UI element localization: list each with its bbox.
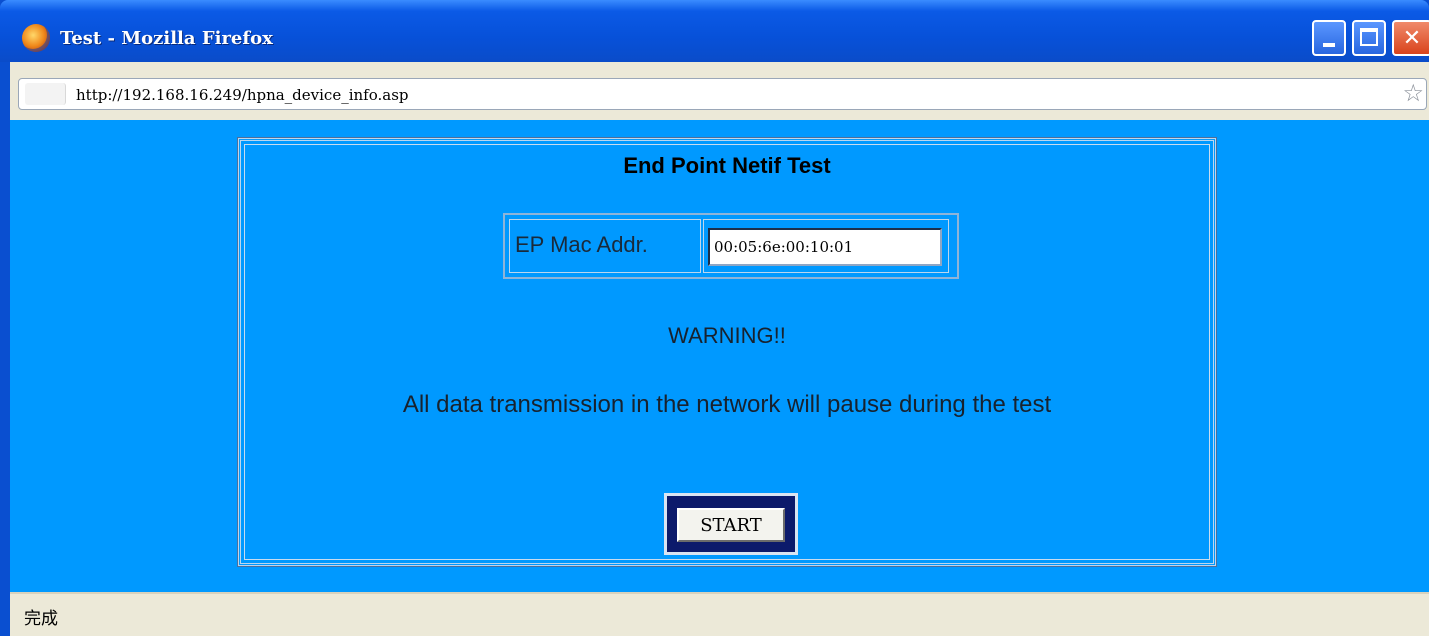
- minimize-button[interactable]: [1312, 20, 1346, 56]
- url-field[interactable]: http://192.168.16.249/hpna_device_info.a…: [18, 78, 1427, 110]
- maximize-button[interactable]: [1352, 20, 1386, 56]
- status-text: 完成: [24, 609, 58, 628]
- maximize-icon: [1360, 28, 1378, 46]
- title-bar[interactable]: Test - Mozilla Firefox ✕: [0, 0, 1429, 62]
- firefox-icon: [22, 24, 50, 52]
- mac-address-input[interactable]: [708, 228, 942, 266]
- start-button[interactable]: START: [677, 508, 785, 542]
- address-bar: http://192.168.16.249/hpna_device_info.a…: [10, 62, 1429, 120]
- mac-input-cell: [703, 219, 949, 273]
- page-title: End Point Netif Test: [623, 153, 831, 178]
- site-identity-icon[interactable]: [25, 83, 66, 105]
- minimize-icon: [1323, 43, 1335, 47]
- status-bar: 完成: [10, 592, 1429, 636]
- url-text[interactable]: http://192.168.16.249/hpna_device_info.a…: [76, 86, 409, 104]
- start-button-frame: START: [664, 493, 798, 555]
- window-title: Test - Mozilla Firefox: [60, 28, 273, 49]
- star-icon[interactable]: ☆: [1402, 81, 1424, 107]
- mac-address-table: EP Mac Addr.: [503, 213, 959, 279]
- warning-heading: WARNING!!: [668, 323, 786, 348]
- close-button[interactable]: ✕: [1392, 20, 1429, 56]
- close-icon: ✕: [1402, 25, 1422, 50]
- warning-message: All data transmission in the network wil…: [402, 391, 1052, 418]
- mac-address-label: EP Mac Addr.: [515, 232, 648, 257]
- mac-label-cell: EP Mac Addr.: [509, 219, 701, 273]
- browser-window: Test - Mozilla Firefox ✕ http://192.168.…: [0, 0, 1429, 636]
- page-content: End Point Netif Test EP Mac Addr. WARNIN…: [10, 120, 1429, 592]
- test-panel: End Point Netif Test EP Mac Addr. WARNIN…: [237, 137, 1217, 567]
